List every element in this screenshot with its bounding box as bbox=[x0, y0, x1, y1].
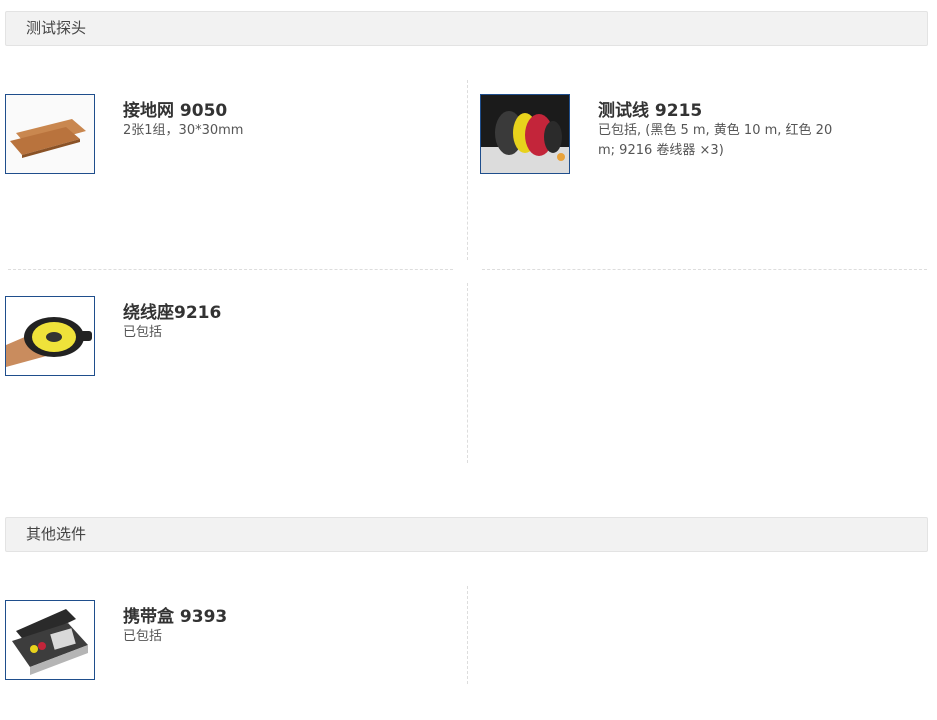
ground-net-icon[interactable] bbox=[5, 94, 95, 174]
product-description: 已包括, (黑色 5 m, 黄色 10 m, 红色 20 m; 9216 卷线器… bbox=[598, 123, 833, 158]
section-header-test-probes: 测试探头 bbox=[5, 11, 928, 46]
product-name[interactable]: 测试线 9215 bbox=[598, 96, 702, 121]
row-divider bbox=[8, 269, 453, 270]
product-item-9215[interactable]: 测试线 9215 已包括, (黑色 5 m, 黄色 10 m, 红色 20 m;… bbox=[480, 94, 920, 214]
product-item-9050[interactable]: 接地网 9050 2张1组，30*30mm bbox=[5, 94, 445, 214]
product-name[interactable]: 绕线座9216 bbox=[123, 298, 221, 323]
product-description: 2张1组，30*30mm bbox=[123, 123, 244, 138]
column-divider bbox=[467, 80, 468, 260]
row-divider bbox=[482, 269, 927, 270]
section-header-other-options: 其他选件 bbox=[5, 517, 928, 552]
product-name[interactable]: 接地网 9050 bbox=[123, 96, 227, 121]
test-lead-set-icon[interactable] bbox=[480, 94, 570, 174]
column-divider bbox=[467, 283, 468, 463]
product-item-9393[interactable]: 携带盒 9393 已包括 bbox=[5, 600, 445, 720]
cable-reel-icon[interactable] bbox=[5, 296, 95, 376]
product-item-9216[interactable]: 绕线座9216 已包括 bbox=[5, 296, 445, 416]
product-name[interactable]: 携带盒 9393 bbox=[123, 602, 227, 627]
product-description: 已包括 bbox=[123, 325, 163, 340]
column-divider bbox=[467, 586, 468, 684]
carrying-case-icon[interactable] bbox=[5, 600, 95, 680]
product-description: 已包括 bbox=[123, 629, 163, 644]
